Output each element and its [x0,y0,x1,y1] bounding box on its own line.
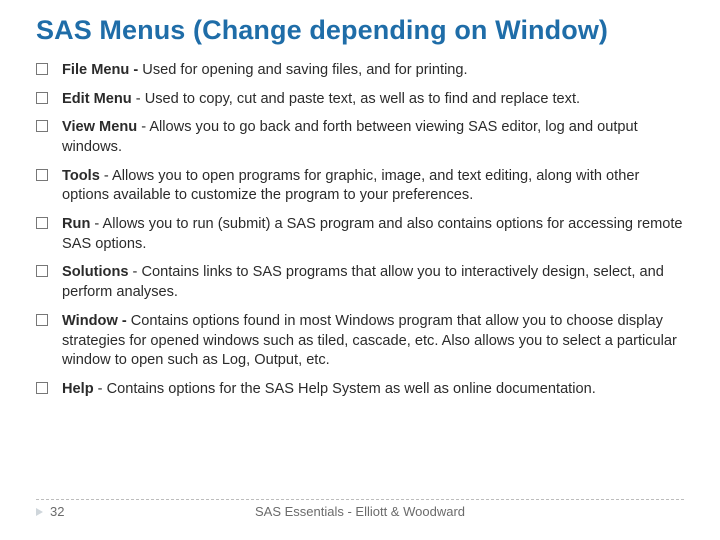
item-name: Run [62,216,90,232]
bullet-list: File Menu - Used for opening and saving … [36,61,684,400]
list-item: Run - Allows you to run (submit) a SAS p… [36,215,684,254]
item-desc: Allows you to open programs for graphic,… [62,168,639,204]
list-item: View Menu - Allows you to go back and fo… [36,118,684,157]
item-desc: Contains links to SAS programs that allo… [62,264,664,300]
list-item: File Menu - Used for opening and saving … [36,61,684,81]
item-sep: - [100,168,112,184]
item-desc: Allows you to go back and forth between … [62,119,638,155]
checkbox-icon [36,265,48,277]
list-item: Edit Menu - Used to copy, cut and paste … [36,90,684,110]
item-name: Solutions [62,264,128,280]
item-sep: - [128,264,141,280]
item-name: Help [62,381,94,397]
item-sep: - [94,381,107,397]
item-sep: - [137,119,149,135]
item-name: File Menu [62,62,129,78]
list-item: Solutions - Contains links to SAS progra… [36,263,684,302]
footer-divider [36,499,684,500]
item-name: Tools [62,168,100,184]
item-name: View Menu [62,119,137,135]
checkbox-icon [36,314,48,326]
item-sep: - [90,216,102,232]
item-name: Window - [62,313,131,329]
footer: 32 SAS Essentials - Elliott & Woodward [36,504,684,526]
item-name: Edit Menu [62,91,132,107]
list-item: Help - Contains options for the SAS Help… [36,380,684,400]
page-title: SAS Menus (Change depending on Window) [36,14,684,47]
slide: SAS Menus (Change depending on Window) F… [0,0,720,540]
item-desc: Allows you to run (submit) a SAS program… [62,216,683,252]
item-sep: - [132,91,145,107]
checkbox-icon [36,120,48,132]
checkbox-icon [36,169,48,181]
checkbox-icon [36,92,48,104]
item-desc: Used to copy, cut and paste text, as wel… [145,91,580,107]
item-desc: Contains options found in most Windows p… [62,313,677,368]
checkbox-icon [36,63,48,75]
item-desc: Contains options for the SAS Help System… [107,381,596,397]
item-sep: - [129,62,142,78]
list-item: Tools - Allows you to open programs for … [36,167,684,206]
item-desc: Used for opening and saving files, and f… [142,62,467,78]
checkbox-icon [36,217,48,229]
footer-credit: SAS Essentials - Elliott & Woodward [36,504,684,519]
list-item: Window - Contains options found in most … [36,312,684,371]
checkbox-icon [36,382,48,394]
